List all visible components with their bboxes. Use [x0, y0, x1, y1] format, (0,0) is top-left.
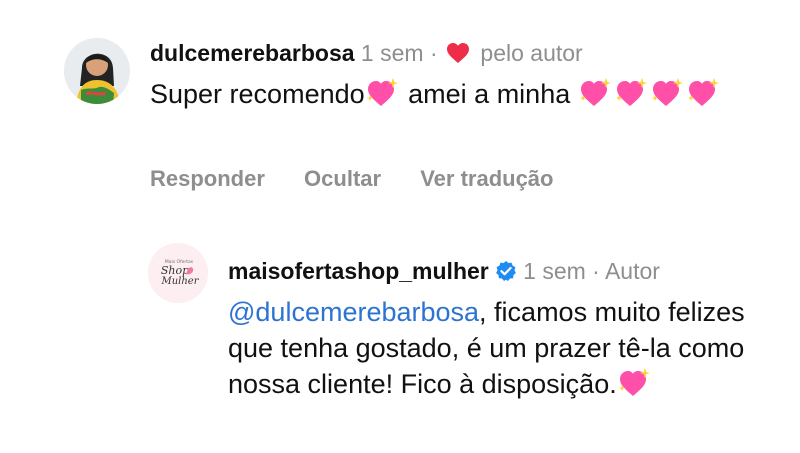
mention-link[interactable]: @dulcemerebarbosa [228, 297, 479, 327]
sparkling-heart-emoji [618, 367, 652, 399]
reply-time: 1 sem [523, 258, 586, 284]
sparkling-heart-emoji [651, 77, 685, 109]
commenter-avatar[interactable] [64, 38, 130, 104]
shop-logo-line2: Mulher [160, 276, 199, 287]
author-label: Autor [604, 258, 660, 284]
shop-logo: Mais Ofertas Shop Mulher [148, 243, 208, 303]
see-translation-button[interactable]: Ver tradução [420, 166, 553, 191]
comment-header: dulcemerebarbosa 1 sem · pelo autor [150, 38, 583, 71]
meta-separator: · [429, 40, 438, 66]
verified-badge-icon [495, 259, 517, 289]
comment-text-part-3: minha [489, 79, 578, 109]
sparkling-heart-emoji [366, 77, 400, 109]
meta-separator: · [592, 258, 600, 284]
sparkling-heart-emoji [615, 77, 649, 109]
commenter-username[interactable]: dulcemerebarbosa [150, 40, 355, 66]
reply-button[interactable]: Responder [150, 166, 265, 191]
comment-time: 1 sem [360, 40, 424, 66]
comment-actions: Responder Ocultar Ver tradução [150, 164, 586, 194]
reply-username[interactable]: maisofertashop_mulher [228, 258, 489, 284]
hide-button[interactable]: Ocultar [304, 166, 381, 191]
comment-text-part-1: Super recomendo [150, 79, 365, 109]
reply-author-avatar[interactable]: Mais Ofertas Shop Mulher [148, 243, 208, 303]
reply-header: maisofertashop_mulher 1 sem · Autor [228, 256, 660, 289]
liked-by-author-label: pelo autor [480, 40, 583, 66]
sparkling-heart-emoji [579, 77, 613, 109]
comment-text: Super recomendo amei a minha [150, 76, 760, 113]
commenter-avatar-image [64, 38, 130, 104]
heart-icon [446, 41, 470, 71]
comment-text-part-2: amei a [400, 79, 490, 109]
reply-text: @dulcemerebarbosa, ficamos muito felizes… [228, 294, 778, 402]
sparkling-heart-emoji [687, 77, 721, 109]
